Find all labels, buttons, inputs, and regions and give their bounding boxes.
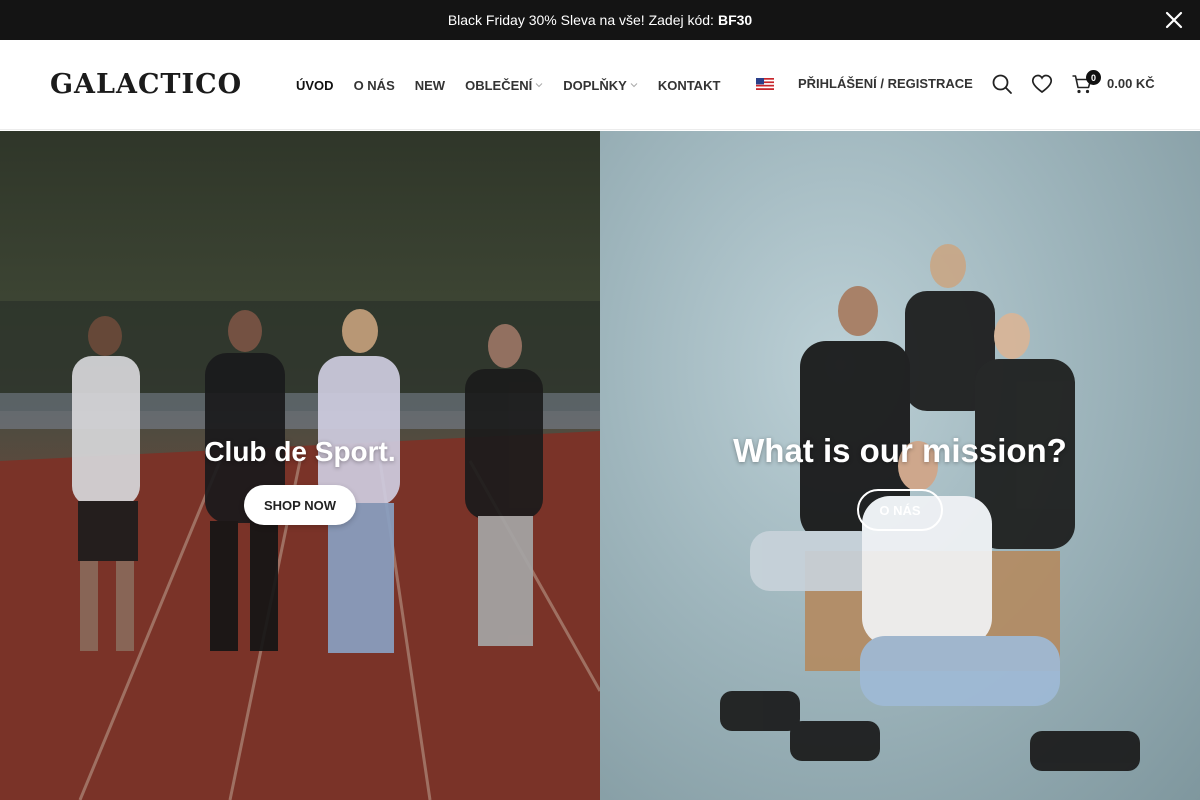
nav-item-o-nas[interactable]: O NÁS [354,76,395,94]
nav-item-kontakt[interactable]: KONTAKT [658,76,721,94]
nav-item-doplnky[interactable]: DOPLŇKY [563,76,638,94]
nav-item-label: ÚVOD [296,77,334,93]
chevron-down-icon [535,83,543,88]
cart-count-badge: 0 [1086,70,1101,85]
chevron-down-icon [630,83,638,88]
nav-item-label: O NÁS [353,77,395,93]
hero-title-sport: Club de Sport. [204,436,396,467]
us-flag-icon[interactable] [756,78,774,90]
site-header: GALACTICO ÚVOD O NÁS NEW OBLEČENÍ DOPLŇK… [0,40,1200,130]
hero-title-mission: What is our mission? [733,432,1067,469]
main-nav: ÚVOD O NÁS NEW OBLEČENÍ DOPLŇKY KONTAKT [296,76,740,94]
shop-now-button[interactable]: SHOP NOW [244,485,356,525]
hero-banner-sport[interactable]: Club de Sport. SHOP NOW [0,131,600,800]
nav-item-label: KONTAKT [657,77,721,93]
hero-banner-mission[interactable]: What is our mission? O NÁS [600,131,1200,800]
nav-item-uvod[interactable]: ÚVOD [296,76,334,94]
nav-item-label: OBLEČENÍ [465,77,533,93]
nav-item-obleceni[interactable]: OBLEČENÍ [465,76,543,94]
promo-bar: Black Friday 30% Sleva na vše! Zadej kód… [0,0,1200,40]
search-icon[interactable] [991,73,1013,95]
nav-item-label: NEW [414,77,446,93]
wishlist-heart-icon[interactable] [1031,73,1053,95]
logo[interactable]: GALACTICO [50,69,242,100]
nav-item-new[interactable]: NEW [415,76,445,94]
close-icon[interactable] [1164,10,1184,30]
promo-text: Black Friday 30% Sleva na vše! Zadej kód… [447,12,714,28]
promo-code: BF30 [717,12,753,28]
cart-total[interactable]: 0.00 KČ [1107,76,1155,91]
o-nas-button[interactable]: O NÁS [857,489,943,531]
login-register-link[interactable]: PŘIHLÁŠENÍ / REGISTRACE [798,76,973,91]
nav-item-label: DOPLŇKY [563,77,627,93]
